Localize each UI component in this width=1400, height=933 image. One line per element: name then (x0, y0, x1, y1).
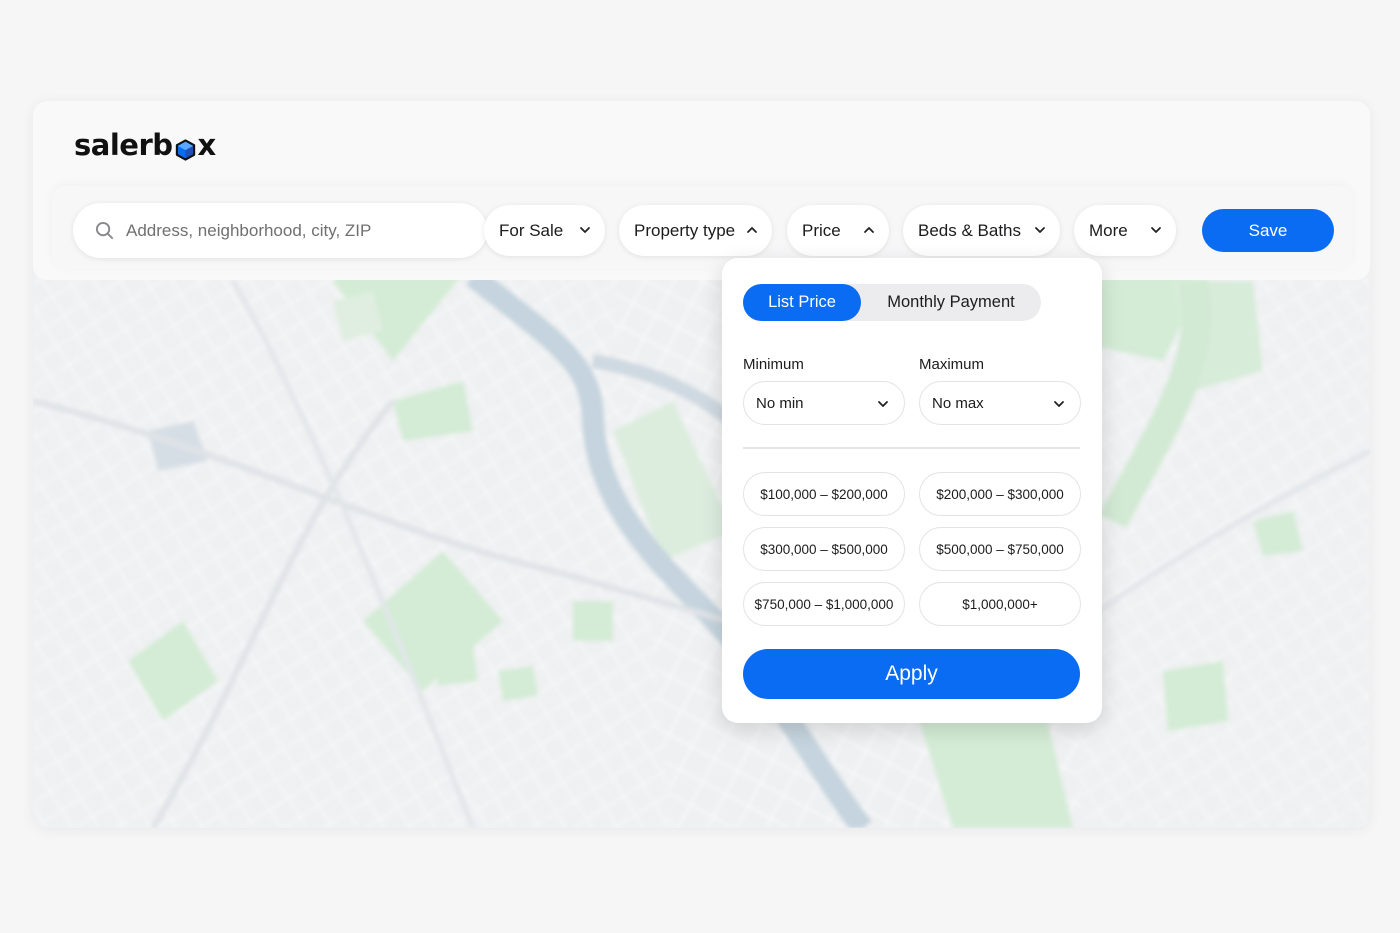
minimum-select[interactable]: No min (743, 381, 905, 425)
chevron-up-icon (747, 227, 757, 233)
price-range-option[interactable]: $200,000 – $300,000 (919, 472, 1081, 516)
price-filter[interactable]: Price (787, 205, 889, 256)
price-mode-toggle: List Price Monthly Payment (743, 284, 1041, 321)
divider (743, 447, 1080, 449)
search-box[interactable] (73, 203, 487, 258)
tab-monthly-payment[interactable]: Monthly Payment (861, 284, 1041, 321)
top-header: salerb x For Sale (33, 101, 1370, 280)
cube-icon (174, 135, 197, 161)
beds-baths-filter[interactable]: Beds & Baths (903, 205, 1060, 256)
salerbox-logo[interactable]: salerb x (74, 125, 216, 165)
price-range-option[interactable]: $750,000 – $1,000,000 (743, 582, 905, 626)
minimum-label: Minimum (743, 356, 804, 373)
search-icon (95, 221, 114, 240)
app-window: salerb x For Sale (33, 101, 1370, 828)
chevron-down-icon (580, 227, 590, 233)
for-sale-label: For Sale (499, 220, 564, 240)
price-label: Price (802, 220, 841, 240)
maximum-label: Maximum (919, 356, 985, 373)
property-type-filter[interactable]: Property type (619, 205, 772, 256)
price-range-option[interactable]: $300,000 – $500,000 (743, 527, 905, 571)
price-range-option[interactable]: $1,000,000+ (919, 582, 1081, 626)
search-input[interactable] (126, 220, 466, 241)
price-range-option[interactable]: $500,000 – $750,000 (919, 527, 1081, 571)
price-dropdown: List Price Monthly Payment Minimum Maxim… (722, 258, 1102, 723)
tab-list-price[interactable]: List Price (743, 284, 861, 321)
save-search-button[interactable]: Save (1202, 209, 1334, 252)
for-sale-filter[interactable]: For Sale (484, 205, 605, 256)
more-label: More (1089, 220, 1128, 240)
maximum-select[interactable]: No max (919, 381, 1081, 425)
chevron-up-icon (864, 227, 874, 233)
minimum-value: No min (756, 394, 804, 412)
maximum-value: No max (932, 394, 984, 412)
chevron-down-icon (1054, 401, 1064, 407)
property-type-label: Property type (634, 220, 736, 240)
logo-text-start: salerb (74, 128, 173, 162)
beds-baths-label: Beds & Baths (918, 220, 1022, 240)
logo-text-end: x (197, 128, 217, 162)
chevron-down-icon (1035, 227, 1045, 233)
more-filter[interactable]: More (1074, 205, 1176, 256)
chevron-down-icon (878, 401, 888, 407)
chevron-down-icon (1151, 227, 1161, 233)
filter-bar: For Sale Property type Price Beds & Bath… (52, 186, 1352, 269)
price-range-option[interactable]: $100,000 – $200,000 (743, 472, 905, 516)
apply-button[interactable]: Apply (743, 649, 1080, 699)
